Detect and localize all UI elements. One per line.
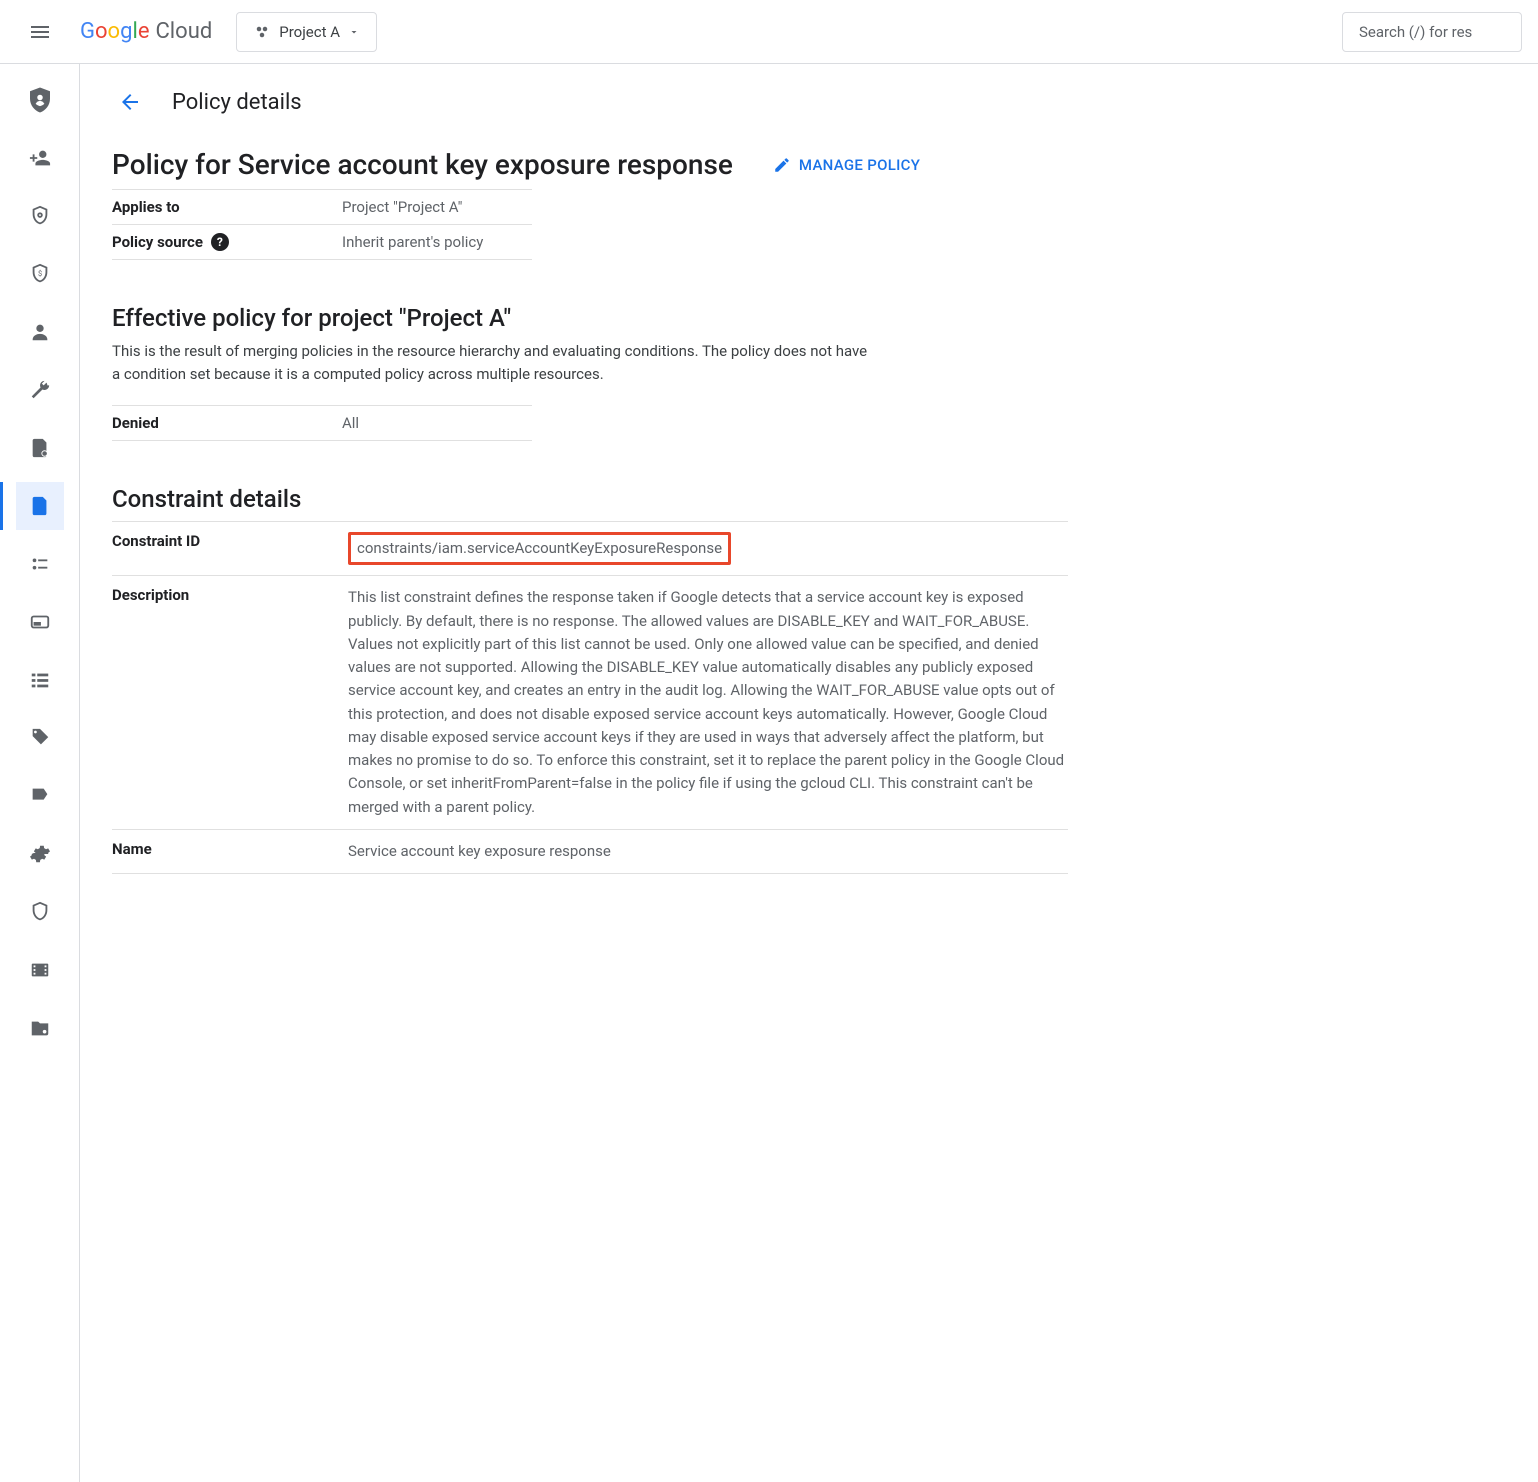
shield-outline-icon bbox=[29, 901, 51, 923]
sidebar-item-tags[interactable] bbox=[16, 714, 64, 762]
sidebar-item-privacy[interactable] bbox=[16, 772, 64, 820]
constraint-id-value: constraints/iam.serviceAccountKeyExposur… bbox=[348, 532, 731, 565]
project-label: Project A bbox=[279, 23, 340, 41]
svg-text:$: $ bbox=[37, 269, 41, 278]
brand-google: Google bbox=[80, 19, 149, 44]
film-icon bbox=[29, 959, 51, 981]
applies-to-row: Applies to Project "Project A" bbox=[112, 190, 532, 225]
sidebar-item-groups[interactable] bbox=[16, 656, 64, 704]
sidebar-item-policy-analyzer[interactable] bbox=[16, 192, 64, 240]
constraint-name-label: Name bbox=[112, 840, 332, 858]
sidebar-item-quotas[interactable] bbox=[16, 598, 64, 646]
sidebar-item-iam-admin[interactable] bbox=[16, 76, 64, 124]
sidebar-item-tools[interactable] bbox=[16, 366, 64, 414]
constraint-name-value: Service account key exposure response bbox=[348, 840, 1068, 863]
arrow-left-icon bbox=[118, 90, 142, 114]
sidebar-item-folder[interactable] bbox=[16, 1004, 64, 1052]
applies-to-label: Applies to bbox=[112, 198, 342, 216]
page-header: Policy details bbox=[80, 64, 1538, 148]
project-icon bbox=[253, 23, 271, 41]
edit-icon bbox=[773, 156, 791, 174]
key-list-icon bbox=[29, 553, 51, 575]
policy-source-label-text: Policy source bbox=[112, 233, 203, 251]
page-title: Policy details bbox=[172, 90, 302, 115]
document-gear-icon bbox=[29, 437, 51, 459]
sidebar-item-security[interactable] bbox=[16, 888, 64, 936]
sidebar-item-service-accounts[interactable] bbox=[16, 308, 64, 356]
manage-policy-label: MANAGE POLICY bbox=[799, 156, 920, 174]
sidebar-item-organization-policies-a[interactable] bbox=[16, 424, 64, 472]
policy-meta-table: Applies to Project "Project A" Policy so… bbox=[112, 189, 532, 260]
gear-icon bbox=[29, 843, 51, 865]
wrench-icon bbox=[29, 379, 51, 401]
project-picker[interactable]: Project A bbox=[236, 12, 377, 52]
title-row: Policy for Service account key exposure … bbox=[112, 148, 1068, 181]
denied-row: Denied All bbox=[112, 406, 532, 441]
policy-source-value: Inherit parent's policy bbox=[342, 233, 532, 251]
folder-gear-icon bbox=[29, 1017, 51, 1039]
back-button[interactable] bbox=[112, 84, 148, 120]
search-placeholder: Search (/) for res bbox=[1359, 23, 1472, 41]
shell: $ bbox=[0, 64, 1538, 1482]
shield-user-icon bbox=[25, 85, 55, 115]
constraint-id-label: Constraint ID bbox=[112, 532, 332, 550]
menu-button[interactable] bbox=[16, 8, 64, 56]
list-icon bbox=[29, 669, 51, 691]
sidebar-item-organization-policies[interactable] bbox=[16, 482, 64, 530]
applies-to-value: Project "Project A" bbox=[342, 198, 532, 216]
sidebar-item-labels[interactable] bbox=[16, 540, 64, 588]
constraint-desc-row: Description This list constraint defines… bbox=[112, 576, 1068, 830]
tag-icon bbox=[29, 727, 51, 749]
effective-heading: Effective policy for project "Project A" bbox=[112, 304, 1068, 332]
sidebar-item-roles[interactable] bbox=[16, 946, 64, 994]
brand-link[interactable]: Google Cloud bbox=[80, 19, 212, 44]
brand-cloud: Cloud bbox=[155, 19, 212, 44]
policy-source-row: Policy source ? Inherit parent's policy bbox=[112, 225, 532, 260]
search-input[interactable]: Search (/) for res bbox=[1342, 12, 1522, 52]
effective-table: Denied All bbox=[112, 405, 532, 441]
document-icon bbox=[29, 495, 51, 517]
denied-value: All bbox=[342, 414, 532, 432]
menu-icon bbox=[28, 20, 52, 44]
main-panel: Policy details Policy for Service accoun… bbox=[80, 64, 1538, 1482]
policy-source-label: Policy source ? bbox=[112, 233, 342, 251]
shield-currency-icon: $ bbox=[29, 263, 51, 285]
constraint-desc-label: Description bbox=[112, 586, 332, 604]
constraint-id-value-cell: constraints/iam.serviceAccountKeyExposur… bbox=[348, 532, 1068, 565]
constraint-id-row: Constraint ID constraints/iam.serviceAcc… bbox=[112, 522, 1068, 576]
sidebar-item-settings[interactable] bbox=[16, 830, 64, 878]
policy-heading: Policy for Service account key exposure … bbox=[112, 148, 733, 181]
constraint-table: Constraint ID constraints/iam.serviceAcc… bbox=[112, 521, 1068, 874]
sidebar: $ bbox=[0, 64, 80, 1482]
constraint-desc-value: This list constraint defines the respons… bbox=[348, 586, 1068, 819]
bookmark-icon bbox=[29, 785, 51, 807]
sidebar-item-workload-identity[interactable]: $ bbox=[16, 250, 64, 298]
constraint-name-row: Name Service account key exposure respon… bbox=[112, 830, 1068, 874]
shield-lock-icon bbox=[29, 205, 51, 227]
card-icon bbox=[29, 611, 51, 633]
constraint-heading: Constraint details bbox=[112, 485, 1068, 513]
denied-label: Denied bbox=[112, 414, 342, 432]
content: Policy for Service account key exposure … bbox=[80, 148, 1100, 874]
manage-policy-button[interactable]: MANAGE POLICY bbox=[773, 156, 920, 174]
top-bar: Google Cloud Project A Search (/) for re… bbox=[0, 0, 1538, 64]
effective-description: This is the result of merging policies i… bbox=[112, 340, 872, 385]
person-plus-icon bbox=[29, 147, 51, 169]
dropdown-icon bbox=[348, 26, 360, 38]
person-icon bbox=[29, 321, 51, 343]
help-icon[interactable]: ? bbox=[211, 233, 229, 251]
sidebar-item-add-member[interactable] bbox=[16, 134, 64, 182]
